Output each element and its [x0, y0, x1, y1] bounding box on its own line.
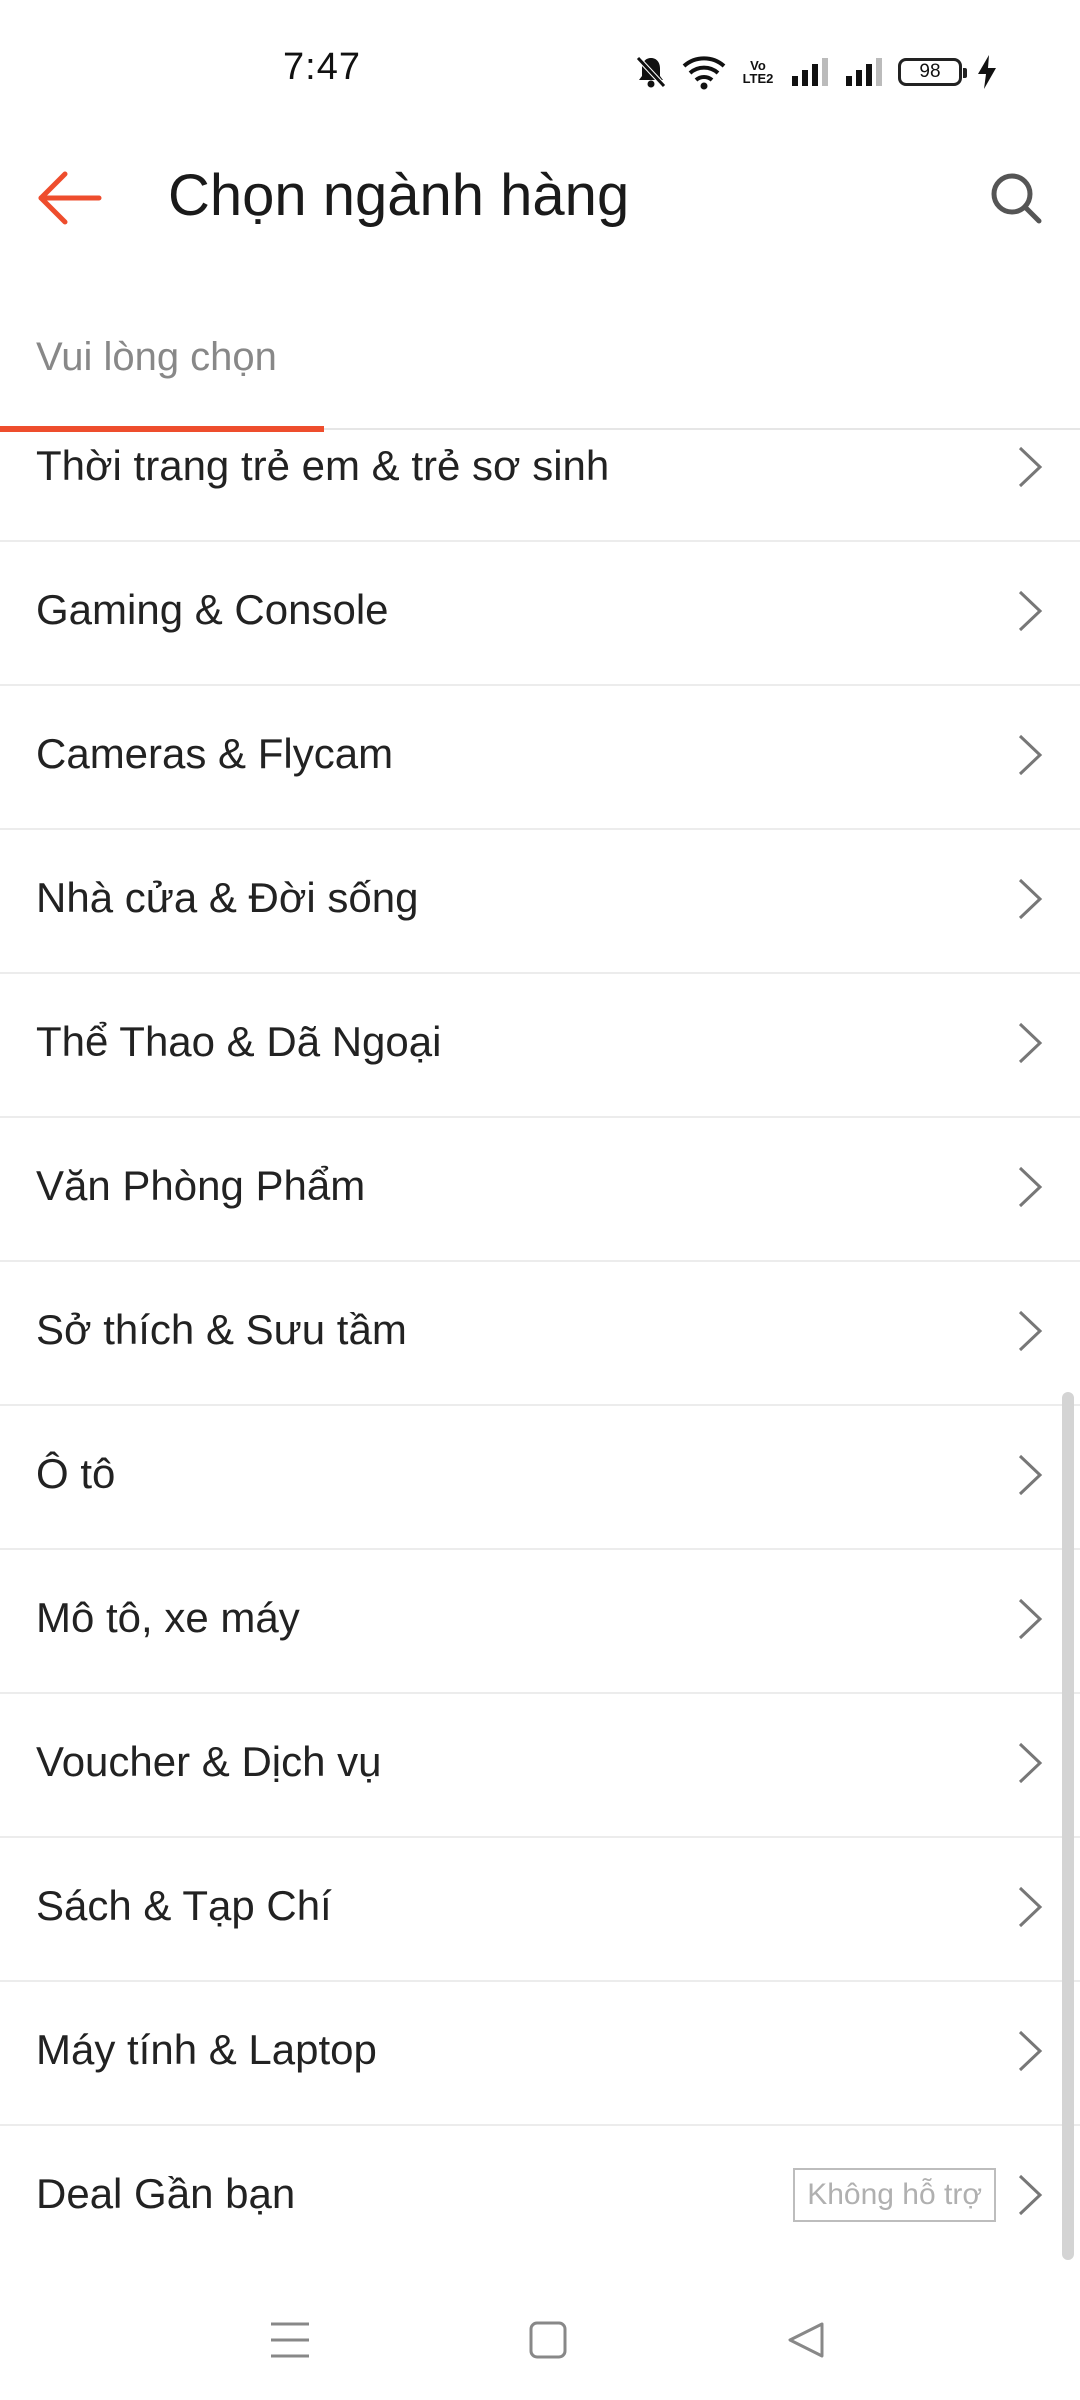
- chevron-right-icon: [1018, 2174, 1043, 2216]
- tab-label: Vui lòng chọn: [36, 335, 277, 379]
- category-label: Thời trang trẻ em & trẻ sơ sinh: [36, 442, 610, 489]
- category-row-hobbies[interactable]: Sở thích & Sưu tầm: [0, 1262, 1080, 1406]
- category-label: Gaming & Console: [36, 586, 389, 633]
- category-row-cars[interactable]: Ô tô: [0, 1406, 1080, 1550]
- category-label: Voucher & Dịch vụ: [36, 1738, 382, 1785]
- tab-strip: Vui lòng chọn: [0, 300, 1080, 432]
- signal-icon: [844, 56, 884, 88]
- home-square-icon: [529, 2321, 567, 2359]
- status-bar: 7:47 Vo LTE2 98: [0, 0, 1080, 140]
- chevron-right-icon: [1018, 878, 1043, 920]
- chevron-right-icon: [1018, 1886, 1043, 1928]
- volte-icon: Vo LTE2: [740, 59, 776, 85]
- unsupported-badge: Không hỗ trợ: [793, 2168, 996, 2222]
- search-icon: [991, 173, 1042, 224]
- tab-select-prompt[interactable]: Vui lòng chọn: [0, 300, 324, 432]
- charging-icon: [976, 54, 998, 90]
- category-row-motorbikes[interactable]: Mô tô, xe máy: [0, 1550, 1080, 1694]
- category-row-nearby-deals[interactable]: Deal Gần bạn Không hỗ trợ: [0, 2126, 1080, 2260]
- category-label: Sách & Tạp Chí: [36, 1882, 332, 1929]
- category-label: Mô tô, xe máy: [36, 1594, 300, 1641]
- back-button[interactable]: [30, 158, 110, 238]
- chevron-right-icon: [1018, 1598, 1043, 1640]
- chevron-right-icon: [1018, 1166, 1043, 1208]
- chevron-right-icon: [1018, 734, 1043, 776]
- category-label: Ô tô: [36, 1450, 116, 1497]
- chevron-right-icon: [1018, 2030, 1043, 2072]
- search-button[interactable]: [976, 158, 1056, 238]
- category-label: Cameras & Flycam: [36, 730, 394, 777]
- battery-level: 98: [898, 58, 967, 86]
- category-list[interactable]: Thời trang trẻ em & trẻ sơ sinh Gaming &…: [0, 430, 1080, 2260]
- category-label: Nhà cửa & Đời sống: [36, 874, 419, 921]
- category-label: Sở thích & Sưu tầm: [36, 1306, 407, 1353]
- chevron-right-icon: [1018, 446, 1043, 488]
- category-label: Deal Gần bạn: [36, 2170, 296, 2217]
- category-row-gaming[interactable]: Gaming & Console: [0, 542, 1080, 686]
- chevron-right-icon: [1018, 1310, 1043, 1352]
- recent-apps-button[interactable]: [240, 2290, 340, 2390]
- home-button[interactable]: [498, 2290, 598, 2390]
- category-label: Văn Phòng Phẩm: [36, 1162, 366, 1209]
- category-label: Máy tính & Laptop: [36, 2026, 377, 2073]
- system-back-button[interactable]: [756, 2290, 856, 2390]
- wifi-icon: [682, 54, 726, 90]
- chevron-right-icon: [1018, 1454, 1043, 1496]
- category-row-vouchers[interactable]: Voucher & Dịch vụ: [0, 1694, 1080, 1838]
- volte-label-bottom: LTE2: [742, 71, 774, 86]
- category-row-kids-fashion[interactable]: Thời trang trẻ em & trẻ sơ sinh: [0, 430, 1080, 542]
- scrollbar[interactable]: [1062, 1392, 1074, 2260]
- system-nav-bar: [0, 2270, 1080, 2400]
- signal-icon: [790, 56, 830, 88]
- status-time: 7:47: [283, 46, 361, 88]
- category-row-sports-outdoor[interactable]: Thể Thao & Dã Ngoại: [0, 974, 1080, 1118]
- back-triangle-icon: [788, 2322, 824, 2358]
- category-row-home-living[interactable]: Nhà cửa & Đời sống: [0, 830, 1080, 974]
- menu-icon: [271, 2322, 309, 2358]
- arrow-left-icon: [38, 171, 102, 225]
- chevron-right-icon: [1018, 1742, 1043, 1784]
- battery-icon: 98: [898, 58, 967, 86]
- category-label: Thể Thao & Dã Ngoại: [36, 1018, 442, 1065]
- category-row-books[interactable]: Sách & Tạp Chí: [0, 1838, 1080, 1982]
- bell-off-icon: [634, 54, 668, 90]
- page-title: Chọn ngành hàng: [168, 163, 630, 228]
- app-bar: Chọn ngành hàng: [0, 140, 1080, 250]
- category-row-computers[interactable]: Máy tính & Laptop: [0, 1982, 1080, 2126]
- chevron-right-icon: [1018, 590, 1043, 632]
- category-row-cameras[interactable]: Cameras & Flycam: [0, 686, 1080, 830]
- chevron-right-icon: [1018, 1022, 1043, 1064]
- category-row-stationery[interactable]: Văn Phòng Phẩm: [0, 1118, 1080, 1262]
- status-icons: Vo LTE2 98: [634, 52, 1012, 92]
